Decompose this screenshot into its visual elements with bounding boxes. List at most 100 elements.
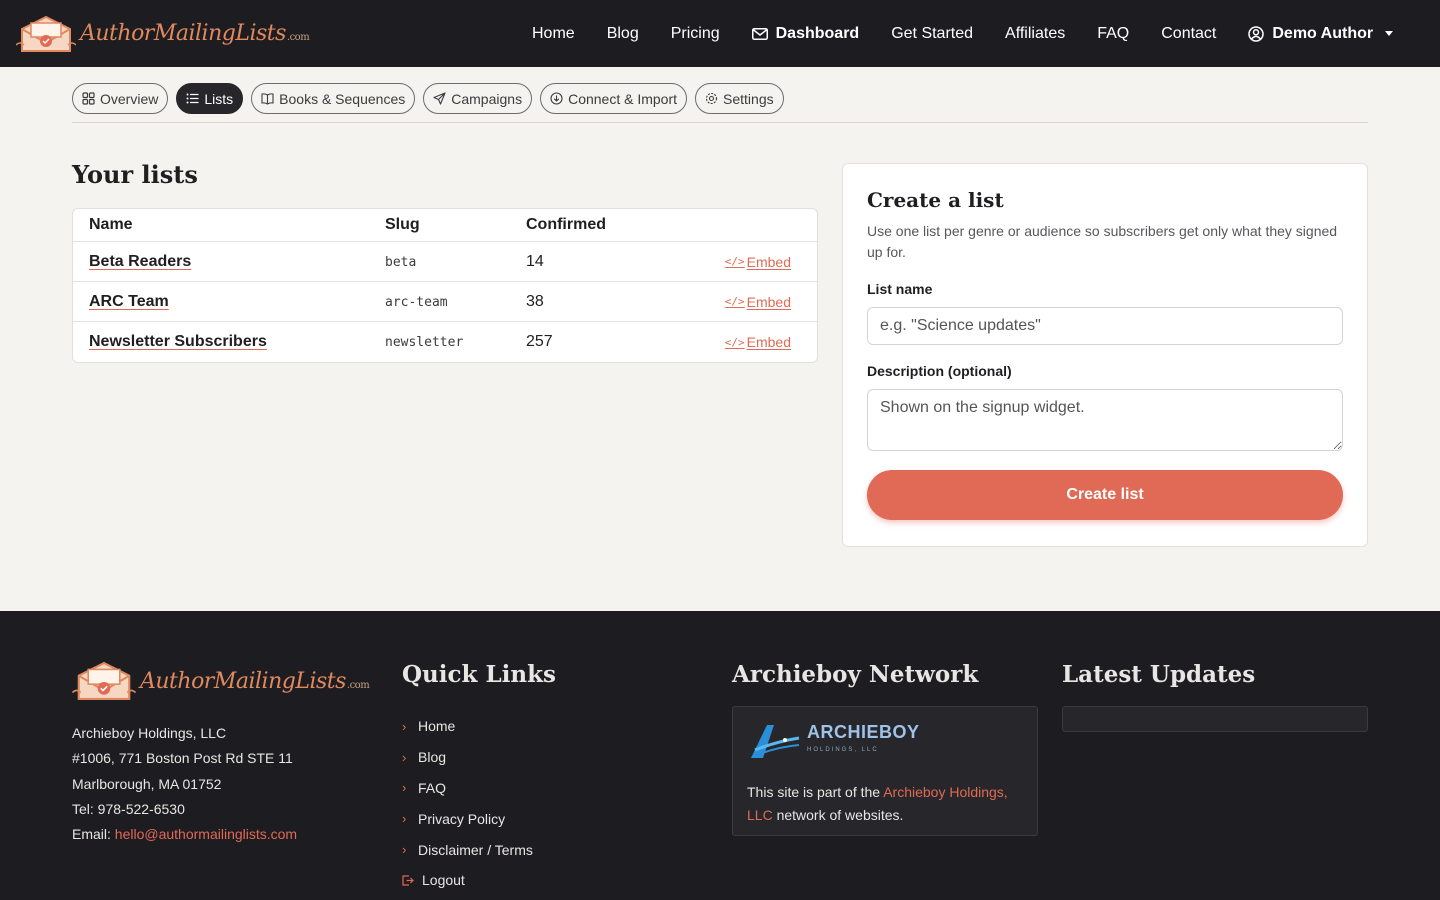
top-navbar: AuthorMailingLists.com Home Blog Pricing…	[0, 0, 1440, 67]
phone: Tel: 978-522-6530	[72, 800, 185, 817]
table-header: Name Slug Confirmed	[73, 209, 817, 242]
network-card: ARCHIEBOY HOLDINGS, LLC This site is part…	[732, 706, 1038, 836]
table-row: ARC Team arc-team 38 </> Embed	[73, 282, 817, 322]
list-slug: newsletter	[385, 335, 464, 350]
table-row: Beta Readers beta 14 </> Embed	[73, 242, 817, 282]
dashboard-tabs: Overview Lists Books & Sequences Campaig…	[72, 83, 1368, 123]
email-link[interactable]: hello@authormailinglists.com	[115, 826, 297, 842]
embed-label: Embed	[746, 293, 791, 310]
description-textarea[interactable]	[867, 389, 1343, 451]
email-label: Email:	[72, 826, 111, 843]
archieboy-logo-text: ARCHIEBOY HOLDINGS, LLC	[807, 722, 920, 753]
quick-link-faq[interactable]: › FAQ	[402, 773, 533, 804]
tab-connect-label: Connect & Import	[568, 90, 678, 107]
create-list-title: Create a list	[867, 188, 1004, 212]
nav-affiliates[interactable]: Affiliates	[1005, 25, 1065, 43]
list-slug: beta	[385, 254, 417, 270]
address-line-1: #1006, 771 Boston Post Rd STE 11	[72, 750, 293, 767]
network-text: This site is part of the Archieboy Holdi…	[747, 784, 1008, 823]
lists-table: Name Slug Confirmed Beta Readers beta 14…	[72, 208, 818, 363]
list-name-label: List name	[867, 281, 933, 297]
chevron-right-icon: ›	[402, 811, 407, 827]
chevron-right-icon: ›	[402, 718, 407, 734]
quick-links-title: Quick Links	[402, 661, 556, 688]
caret-down-icon	[1385, 31, 1394, 36]
create-list-button[interactable]: Create list	[867, 470, 1343, 520]
quick-links-list: › Home › Blog › FAQ › Privacy Policy › Discla…	[402, 711, 533, 896]
footer-brand-logo[interactable]: AuthorMailingLists.com	[72, 661, 370, 701]
nav-dashboard[interactable]: Dashboard	[751, 24, 860, 43]
list-icon	[186, 93, 199, 104]
footer-brand-name: AuthorMailingLists.com	[140, 668, 370, 694]
embed-link[interactable]: </> Embed	[725, 294, 791, 310]
quick-link-logout[interactable]: Logout	[402, 865, 533, 896]
list-confirmed-count: 14	[526, 252, 544, 270]
tab-books-sequences[interactable]: Books & Sequences	[251, 83, 416, 114]
col-name-header: Name	[89, 216, 133, 233]
list-name-link[interactable]: ARC Team	[89, 293, 169, 310]
tab-campaigns-label: Campaigns	[451, 90, 523, 107]
tab-lists[interactable]: Lists	[176, 83, 244, 114]
embed-label: Embed	[746, 334, 791, 350]
create-list-help: Use one list per genre or audience so su…	[867, 223, 1338, 260]
tab-settings-label: Settings	[723, 90, 774, 107]
tab-lists-label: Lists	[204, 90, 234, 107]
create-list-card: Create a list Use one list per genre or …	[842, 163, 1368, 547]
archieboy-a-icon	[751, 725, 800, 758]
embed-link[interactable]: </> Embed	[725, 334, 791, 350]
quick-link-terms[interactable]: › Disclaimer / Terms	[402, 834, 533, 865]
footer: AuthorMailingLists.com Archieboy Holding…	[0, 611, 1440, 900]
latest-updates-title: Latest Updates	[1062, 661, 1256, 688]
download-circle-icon	[550, 92, 563, 105]
footer-address: Archieboy Holdings, LLC #1006, 771 Bosto…	[72, 721, 297, 847]
nav-faq[interactable]: FAQ	[1097, 25, 1129, 43]
archieboy-logo[interactable]: ARCHIEBOY HOLDINGS, LLC	[747, 721, 1023, 761]
email-row: Email: hello@authormailinglists.com	[72, 822, 297, 847]
brand-name: AuthorMailingLists.com	[80, 21, 310, 46]
tab-books-label: Books & Sequences	[279, 90, 406, 107]
brand-logo[interactable]: AuthorMailingLists.com	[16, 15, 310, 53]
nav-get-started[interactable]: Get Started	[891, 25, 973, 43]
list-name-link[interactable]: Beta Readers	[89, 253, 191, 270]
nav-dashboard-label: Dashboard	[775, 24, 860, 42]
list-name-input[interactable]	[867, 307, 1343, 345]
logout-icon	[402, 875, 414, 886]
company-name: Archieboy Holdings, LLC	[72, 725, 227, 741]
description-label: Description (optional)	[867, 363, 1012, 379]
envelope-icon	[751, 27, 768, 40]
tab-overview[interactable]: Overview	[72, 83, 169, 114]
network-title: Archieboy Network	[732, 661, 979, 688]
col-slug-header: Slug	[385, 216, 420, 233]
col-confirmed-header: Confirmed	[526, 216, 606, 233]
chevron-right-icon: ›	[402, 749, 407, 765]
list-name-link[interactable]: Newsletter Subscribers	[89, 333, 267, 350]
list-confirmed-count: 257	[526, 333, 553, 350]
tab-campaigns[interactable]: Campaigns	[423, 83, 533, 114]
grid-icon	[82, 92, 95, 105]
user-menu-dropdown[interactable]: Demo Author	[1248, 25, 1394, 43]
main-nav: Home Blog Pricing Dashboard Get Started …	[532, 0, 1394, 67]
quick-link-blog[interactable]: › Blog	[402, 742, 533, 773]
list-slug: arc-team	[385, 294, 448, 310]
tab-settings[interactable]: Settings	[695, 83, 784, 114]
chevron-right-icon: ›	[402, 780, 407, 796]
embed-label: Embed	[746, 253, 791, 270]
chevron-right-icon: ›	[402, 842, 407, 858]
quick-link-privacy[interactable]: › Privacy Policy	[402, 803, 533, 834]
latest-updates-box	[1062, 706, 1368, 732]
send-icon	[433, 92, 446, 105]
tab-overview-label: Overview	[100, 90, 159, 107]
user-circle-icon	[1248, 25, 1265, 42]
tab-connect-import[interactable]: Connect & Import	[540, 83, 688, 114]
code-icon: </>	[724, 335, 745, 349]
table-row: Newsletter Subscribers newsletter 257 </…	[73, 322, 817, 362]
nav-contact[interactable]: Contact	[1161, 25, 1216, 43]
embed-link[interactable]: </> Embed	[725, 254, 791, 270]
code-icon: </>	[724, 295, 745, 308]
nav-pricing[interactable]: Pricing	[671, 25, 720, 43]
code-icon: </>	[724, 255, 745, 268]
address-line-2: Marlborough, MA 01752	[72, 775, 222, 792]
nav-blog[interactable]: Blog	[607, 25, 639, 43]
nav-home[interactable]: Home	[532, 25, 575, 43]
quick-link-home[interactable]: › Home	[402, 711, 533, 742]
